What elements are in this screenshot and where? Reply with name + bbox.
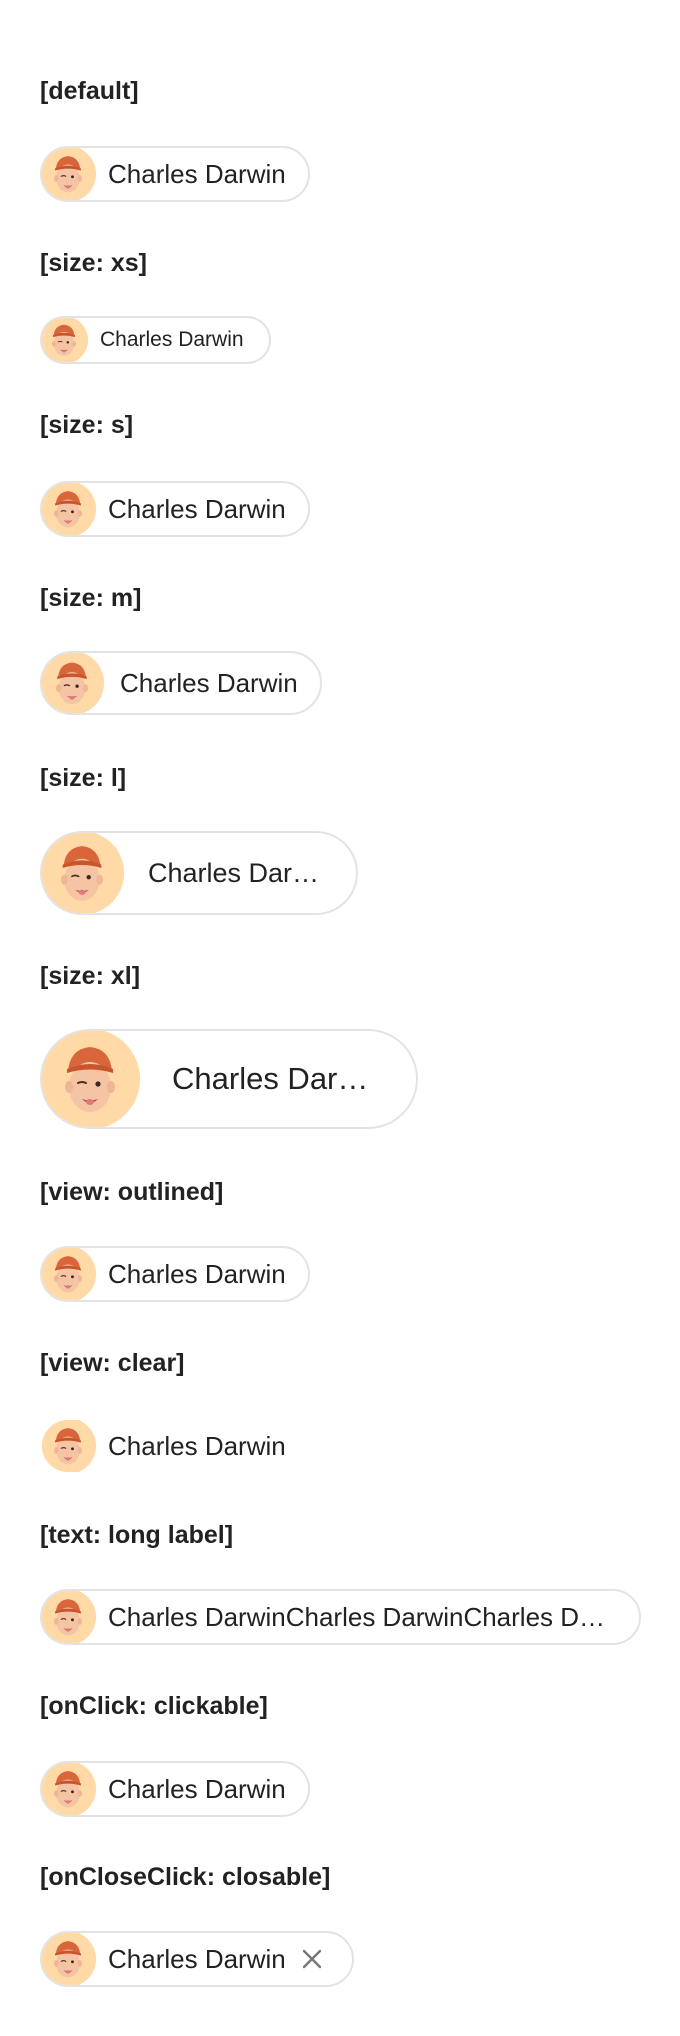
user-label-text: Charles Darwin bbox=[120, 667, 298, 698]
user-label-size-xs: Charles Darwin bbox=[40, 316, 271, 364]
heading-view-outlined: [view: outlined] bbox=[40, 1178, 224, 1206]
memoji-avatar-icon bbox=[42, 1591, 96, 1643]
user-label-text: Charles DarwinCharles DarwinCharles Darw… bbox=[108, 1601, 611, 1632]
user-label-text: Charles Darwin bbox=[108, 493, 286, 524]
heading-default: [default] bbox=[40, 77, 139, 105]
memoji-avatar-icon bbox=[42, 1420, 96, 1472]
user-label-size-l: Charles Darwin bbox=[40, 831, 358, 915]
user-label-text: Charles Darwin bbox=[108, 1258, 286, 1289]
user-label-closable: Charles Darwin bbox=[40, 1931, 354, 1987]
user-label-text: Charles Darwin bbox=[108, 158, 286, 189]
heading-size-m: [size: m] bbox=[40, 584, 142, 612]
memoji-avatar-icon bbox=[42, 1031, 140, 1127]
heading-long-label: [text: long label] bbox=[40, 1521, 234, 1549]
memoji-avatar-icon bbox=[42, 653, 104, 713]
memoji-avatar-icon bbox=[42, 483, 96, 535]
memoji-avatar-icon bbox=[42, 1933, 96, 1985]
memoji-avatar-icon bbox=[42, 1248, 96, 1300]
user-label-size-m: Charles Darwin bbox=[40, 651, 322, 715]
memoji-avatar-icon bbox=[42, 148, 96, 200]
memoji-avatar-icon bbox=[42, 318, 88, 362]
user-label-clickable[interactable]: Charles Darwin bbox=[40, 1761, 310, 1817]
user-label-clear: Charles Darwin bbox=[40, 1418, 310, 1474]
user-label-default: Charles Darwin bbox=[40, 146, 310, 202]
heading-closable: [onCloseClick: closable] bbox=[40, 1863, 331, 1891]
heading-size-l: [size: l] bbox=[40, 764, 127, 792]
memoji-avatar-icon bbox=[42, 1763, 96, 1815]
memoji-avatar-icon bbox=[42, 833, 124, 913]
close-icon[interactable] bbox=[298, 1945, 326, 1973]
user-label-text: Charles Darwin bbox=[100, 328, 244, 351]
user-label-size-xl: Charles Darwin bbox=[40, 1029, 418, 1129]
heading-size-xs: [size: xs] bbox=[40, 249, 147, 277]
user-label-text: Charles Darwin bbox=[148, 857, 328, 888]
heading-clickable: [onClick: clickable] bbox=[40, 1692, 268, 1720]
heading-size-xl: [size: xl] bbox=[40, 962, 141, 990]
heading-view-clear: [view: clear] bbox=[40, 1349, 185, 1377]
user-label-text: Charles Darwin bbox=[172, 1061, 378, 1096]
heading-size-s: [size: s] bbox=[40, 411, 134, 439]
user-label-size-s: Charles Darwin bbox=[40, 481, 310, 537]
user-label-text: Charles Darwin bbox=[108, 1773, 286, 1804]
user-label-text: Charles Darwin bbox=[108, 1430, 286, 1461]
user-label-outlined: Charles Darwin bbox=[40, 1246, 310, 1302]
user-label-long: Charles DarwinCharles DarwinCharles Darw… bbox=[40, 1589, 641, 1645]
user-label-text: Charles Darwin bbox=[108, 1943, 286, 1974]
